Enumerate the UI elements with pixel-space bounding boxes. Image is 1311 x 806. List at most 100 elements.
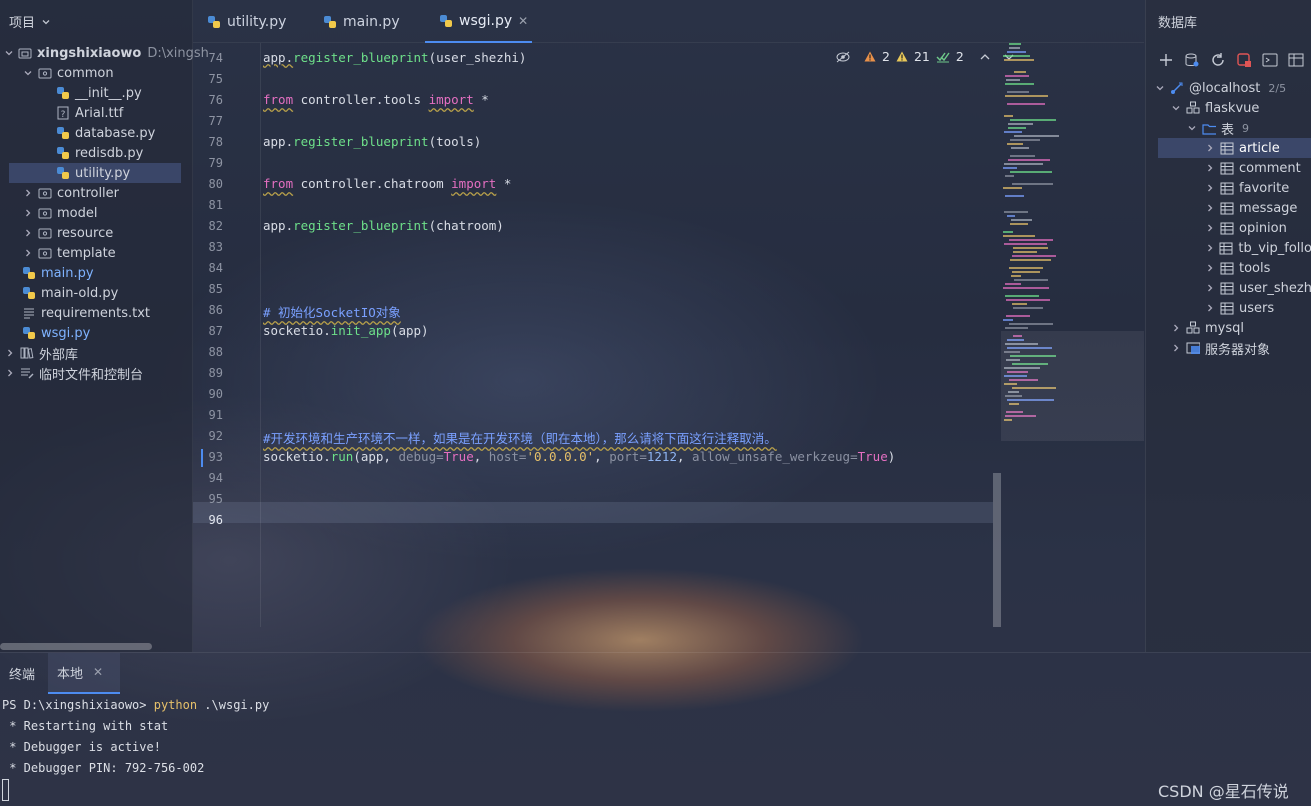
code-line[interactable]: app.register_blueprint(user_shezhi) [263, 50, 526, 65]
tab-main[interactable]: main.py [309, 0, 425, 43]
code-token: debug= [398, 449, 444, 464]
python-file-icon [56, 166, 70, 180]
tree-item-model[interactable]: model [0, 203, 193, 223]
folder-icon [38, 246, 52, 260]
db-server-objects[interactable]: 服务器对象 [1146, 338, 1311, 358]
tree-item-wsgi-py[interactable]: wsgi.py [0, 323, 193, 343]
tree-item-requirements-txt[interactable]: requirements.txt [0, 303, 193, 323]
error-icon [864, 51, 876, 62]
chevron-right-icon[interactable] [1204, 182, 1216, 194]
chevron-down-icon[interactable] [1186, 122, 1198, 134]
line-number: 88 [208, 345, 223, 359]
chevron-down-icon[interactable] [4, 47, 14, 59]
minimap-line [1007, 103, 1045, 105]
tree-item-database-py[interactable]: database.py [0, 123, 193, 143]
chevron-right-icon[interactable] [22, 227, 34, 239]
line-number: 82 [208, 219, 223, 233]
chevron-right-icon[interactable] [1204, 262, 1216, 274]
db-table-tb-vip-follo[interactable]: tb_vip_follo [1146, 238, 1311, 258]
db-table-users[interactable]: users [1146, 298, 1311, 318]
tree-item-main-old-py[interactable]: main-old.py [0, 283, 193, 303]
tree-item-label: database.py [75, 125, 156, 141]
tree-item-resource[interactable]: resource [0, 223, 193, 243]
code-line[interactable]: from controller.tools import * [263, 92, 489, 107]
db-table-comment[interactable]: comment [1146, 158, 1311, 178]
tree-item-arial-ttf[interactable]: ? Arial.ttf [0, 103, 193, 123]
code-token: , [473, 449, 489, 464]
db-table-user-shezh[interactable]: user_shezh [1146, 278, 1311, 298]
tab-wsgi[interactable]: wsgi.py ✕ [425, 0, 532, 43]
close-icon[interactable]: ✕ [93, 665, 103, 679]
project-scrollbar[interactable] [0, 643, 152, 650]
project-root[interactable]: xingshixiaowo D:\xingsh [0, 43, 209, 63]
chevron-down-icon[interactable] [22, 67, 34, 79]
chevron-right-icon[interactable] [4, 347, 16, 359]
table-icon [1220, 221, 1234, 235]
code-line[interactable]: socketio.init_app(app) [263, 323, 429, 338]
chevron-right-icon[interactable] [1204, 242, 1215, 254]
tree-item-controller[interactable]: controller [0, 183, 193, 203]
chevron-right-icon[interactable] [1170, 322, 1182, 334]
minimap-line [1013, 251, 1037, 253]
close-icon[interactable]: ✕ [518, 14, 528, 28]
code-line[interactable]: # 初始化SocketIO对象 [263, 302, 401, 321]
chevron-right-icon[interactable] [1204, 222, 1216, 234]
line-number: 93 [208, 450, 223, 464]
db-table-tools[interactable]: tools [1146, 258, 1311, 278]
editor-scrollbar[interactable] [993, 473, 1001, 627]
refresh-icon[interactable] [1208, 50, 1228, 70]
tree-item-template[interactable]: template [0, 243, 193, 263]
code-line[interactable]: socketio.run(app, debug=True, host='0.0.… [263, 449, 895, 464]
chevron-down-icon[interactable] [1154, 82, 1166, 94]
tree-item-redisdb-py[interactable]: redisdb.py [0, 143, 193, 163]
inspection-widget[interactable]: 2 21 2 [836, 49, 1014, 64]
chevron-up-icon[interactable] [980, 53, 990, 61]
add-icon[interactable] [1156, 50, 1176, 70]
code-minimap[interactable] [1001, 43, 1144, 627]
chevron-right-icon[interactable] [1204, 302, 1216, 314]
console-icon[interactable] [1260, 50, 1280, 70]
code-line[interactable]: app.register_blueprint(chatroom) [263, 218, 504, 233]
terminal-output[interactable]: PS D:\xingshixiaowo> python .\wsgi.py * … [0, 695, 1311, 806]
db-table-opinion[interactable]: opinion [1146, 218, 1311, 238]
tree-item-common[interactable]: common [0, 63, 193, 83]
tree-item-init-py[interactable]: __init__.py [0, 83, 193, 103]
db-table-favorite[interactable]: favorite [1146, 178, 1311, 198]
db-host-localhost[interactable]: @localhost 2/5 [1146, 78, 1311, 98]
data-source-properties-icon[interactable] [1182, 50, 1202, 70]
python-file-icon [22, 266, 36, 280]
db-table-article[interactable]: article [1158, 138, 1311, 158]
chevron-right-icon[interactable] [1204, 142, 1216, 154]
project-panel-header[interactable]: 项目 [0, 0, 192, 43]
tree-item-main-py[interactable]: main.py [0, 263, 193, 283]
code-line[interactable]: from controller.chatroom import * [263, 176, 511, 191]
stop-icon[interactable] [1234, 50, 1254, 70]
chevron-right-icon[interactable] [1204, 202, 1216, 214]
chevron-right-icon[interactable] [1204, 282, 1216, 294]
code-editor[interactable]: 74 app.register_blueprint(user_shezhi) 75 7… [193, 43, 1144, 627]
tree-item-[interactable]: 外部库 [0, 343, 193, 363]
chevron-right-icon[interactable] [1204, 162, 1216, 174]
tab-utility[interactable]: utility.py [193, 0, 309, 43]
minimap-line [1007, 143, 1023, 145]
code-line[interactable]: #开发环境和生产环境不一样，如果是在开发环境（即在本地），那么请将下面这行注释取… [263, 428, 777, 447]
eye-off-icon[interactable] [836, 51, 850, 63]
table-icon[interactable] [1286, 50, 1306, 70]
db-schema-flaskvue[interactable]: flaskvue [1146, 98, 1311, 118]
chevron-right-icon[interactable] [22, 247, 34, 259]
chevron-right-icon[interactable] [22, 187, 34, 199]
chevron-right-icon[interactable] [1170, 342, 1182, 354]
chevron-down-icon[interactable] [1170, 102, 1182, 114]
db-schema-mysql[interactable]: mysql [1146, 318, 1311, 338]
terminal-title[interactable]: 终端 [0, 653, 48, 694]
tree-item-[interactable]: 临时文件和控制台 [0, 363, 193, 383]
chevron-right-icon[interactable] [22, 207, 34, 219]
tab-local[interactable]: 本地 ✕ [48, 652, 120, 694]
tree-item-label: utility.py [75, 165, 131, 181]
code-line[interactable]: app.register_blueprint(tools) [263, 134, 481, 149]
tree-item-utility-py[interactable]: utility.py [9, 163, 181, 183]
chevron-right-icon[interactable] [4, 367, 16, 379]
db-table-message[interactable]: message [1146, 198, 1311, 218]
db-tables-folder[interactable]: 表9 [1146, 118, 1311, 138]
python-file-icon [22, 326, 36, 340]
